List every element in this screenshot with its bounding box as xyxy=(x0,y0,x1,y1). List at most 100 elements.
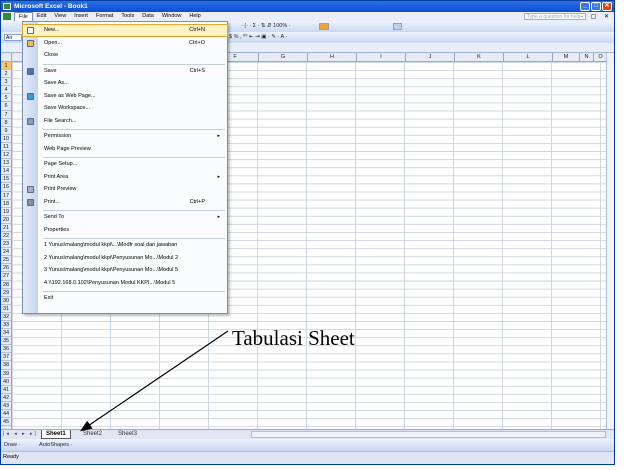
row-header[interactable]: 16 xyxy=(1,183,11,192)
file-menu-item-close[interactable]: Close xyxy=(23,50,227,61)
file-menu-item-open[interactable]: Open... Ctrl+O xyxy=(23,38,227,49)
row-header[interactable]: 7 xyxy=(1,111,11,119)
row-header[interactable]: 33 xyxy=(1,321,11,330)
help-search-input[interactable]: Type a question for help xyxy=(524,13,586,20)
row-header[interactable]: 30 xyxy=(1,297,11,305)
row-header[interactable]: 12 xyxy=(1,151,11,160)
draw-menu-button[interactable]: Draw · xyxy=(4,439,20,451)
column-header-j[interactable]: J xyxy=(406,53,455,62)
row-header[interactable]: 3 xyxy=(1,78,11,87)
row-header[interactable]: 18 xyxy=(1,200,11,208)
row-header[interactable]: 6 xyxy=(1,102,11,111)
row-header[interactable]: 25 xyxy=(1,256,11,265)
row-header[interactable]: 41 xyxy=(1,386,11,394)
row-header[interactable]: 45 xyxy=(1,418,11,427)
file-menu-item-3-yunus-malang-modul-kkpi-penyusunan-mo-modul-5[interactable]: 3 Yunus\malang\modul kkpi\Penyusunan Mo.… xyxy=(23,265,227,276)
file-menu-item-print-area[interactable]: Print Area ▸ xyxy=(23,172,227,183)
document-controls[interactable]: - ▢ ✕ xyxy=(581,13,612,20)
file-menu-item-2-yunus-malang-modul-kkpi-penyusunan-mo-modul-2[interactable]: 2 Yunus\malang\modul kkpi\Penyusunan Mo.… xyxy=(23,253,227,264)
row-header[interactable]: 24 xyxy=(1,248,11,257)
help-icon[interactable] xyxy=(393,23,402,30)
file-menu-item-1-yunus-malang-modul-kkpi-modfr-soal-dan-jawaban[interactable]: 1 Yunus\malang\modul kkpi\...\Modfr soal… xyxy=(23,240,227,251)
file-menu-item-properties[interactable]: Properties xyxy=(23,225,227,236)
file-menu-item-send-to[interactable]: Send To ▸ xyxy=(23,212,227,223)
row-header[interactable]: 40 xyxy=(1,378,11,386)
file-menu-item-permission[interactable]: Permission ▸ xyxy=(23,131,227,142)
row-header[interactable]: 20 xyxy=(1,216,11,224)
row-header[interactable]: 21 xyxy=(1,224,11,232)
row-header[interactable]: 4 xyxy=(1,86,11,95)
file-menu-item-new[interactable]: New... Ctrl+N xyxy=(22,24,228,37)
column-header-m[interactable]: M xyxy=(553,53,580,62)
file-menu-item-save-as-web-page[interactable]: Save as Web Page... xyxy=(23,91,227,102)
row-header[interactable]: 32 xyxy=(1,313,11,321)
sheet-tab-sheet3[interactable]: Sheet3 xyxy=(114,430,141,439)
row-header[interactable]: 5 xyxy=(1,94,11,103)
row-header[interactable]: 34 xyxy=(1,329,11,338)
row-header[interactable]: 43 xyxy=(1,402,11,411)
row-header[interactable]: 26 xyxy=(1,264,11,273)
row-header[interactable]: 1 xyxy=(1,62,11,71)
column-header-g[interactable]: G xyxy=(259,53,308,62)
column-header-l[interactable]: L xyxy=(504,53,553,62)
file-menu-item-page-setup[interactable]: Page Setup... xyxy=(23,159,227,170)
file-menu-item-web-page-preview[interactable]: Web Page Preview xyxy=(23,144,227,155)
row-header[interactable]: 36 xyxy=(1,345,11,354)
menu-data[interactable]: Data xyxy=(138,12,158,21)
row-header[interactable]: 35 xyxy=(1,337,11,346)
row-header[interactable]: 17 xyxy=(1,192,11,200)
menu-tools[interactable]: Tools xyxy=(117,12,138,21)
column-header-i[interactable]: I xyxy=(357,53,406,62)
row-header[interactable]: 13 xyxy=(1,159,11,168)
file-menu-item-exit[interactable]: Exit xyxy=(23,293,227,304)
row-header[interactable]: 31 xyxy=(1,305,11,313)
file-menu-item-save-as[interactable]: Save As... xyxy=(23,78,227,89)
file-menu-item-4-192-168-0-102-penyusunan-modul-kkpi-modul-5[interactable]: 4 \\192.168.0.102\Penyusunan Modul KKPI.… xyxy=(23,278,227,289)
row-header[interactable]: 14 xyxy=(1,167,11,176)
autoshapes-button[interactable]: AutoShapes · xyxy=(39,439,72,451)
row-header[interactable]: 39 xyxy=(1,370,11,378)
row-header[interactable]: 37 xyxy=(1,353,11,362)
horizontal-scrollbar[interactable] xyxy=(251,431,606,438)
menu-window[interactable]: Window xyxy=(158,12,186,21)
row-header[interactable]: 44 xyxy=(1,410,11,419)
row-header[interactable]: 10 xyxy=(1,135,11,143)
file-menu-item-print[interactable]: Print... Ctrl+P xyxy=(23,197,227,208)
file-menu-item-save-workspace[interactable]: Save Workspace... xyxy=(23,103,227,114)
row-header[interactable]: 38 xyxy=(1,361,11,370)
row-header[interactable]: 15 xyxy=(1,175,11,184)
minimize-button[interactable]: _ xyxy=(580,2,590,11)
row-header[interactable]: 29 xyxy=(1,289,11,297)
menu-file[interactable]: File xyxy=(14,12,33,21)
row-header[interactable]: 42 xyxy=(1,394,11,402)
standard-toolbar-buttons[interactable]: · (· ∙ Σ · ⇅ ⇵ 100% · xyxy=(241,21,291,32)
file-menu-item-print-preview[interactable]: Print Preview xyxy=(23,184,227,195)
formatting-toolbar-buttons[interactable]: $ % , ⁰⁰ ⇤ ⇥ ▣ · ✎ · A · xyxy=(229,32,287,43)
menu-edit[interactable]: Edit xyxy=(33,12,50,21)
row-header[interactable]: 23 xyxy=(1,240,11,249)
vertical-scrollbar[interactable] xyxy=(606,53,614,429)
menu-view[interactable]: View xyxy=(50,12,70,21)
row-header[interactable]: 28 xyxy=(1,281,11,289)
file-menu-item-file-search[interactable]: File Search... xyxy=(23,116,227,127)
sheet-tab-sheet2[interactable]: Sheet2 xyxy=(79,430,106,439)
row-header[interactable]: 27 xyxy=(1,272,11,281)
select-all-corner[interactable] xyxy=(1,53,12,62)
row-header[interactable]: 19 xyxy=(1,208,11,216)
column-header-k[interactable]: K xyxy=(455,53,504,62)
row-header[interactable]: 22 xyxy=(1,232,11,241)
maximize-button[interactable]: □ xyxy=(591,2,601,11)
row-header[interactable]: 2 xyxy=(1,70,11,79)
sheet-nav-arrows[interactable]: |◂ ◂ ▸ ▸| xyxy=(3,431,38,437)
sheet-tab-sheet1[interactable]: Sheet1 xyxy=(41,430,71,439)
row-header[interactable]: 8 xyxy=(1,119,11,127)
chart-wizard-icon[interactable] xyxy=(319,23,329,30)
workbook-icon[interactable] xyxy=(3,13,11,20)
close-button[interactable]: ✕ xyxy=(602,2,612,11)
font-name-box[interactable]: Ari xyxy=(4,34,22,41)
file-menu-item-save[interactable]: Save Ctrl+S xyxy=(23,66,227,77)
menu-insert[interactable]: Insert xyxy=(70,12,92,21)
menu-format[interactable]: Format xyxy=(92,12,117,21)
column-header-h[interactable]: H xyxy=(308,53,357,62)
row-header[interactable]: 11 xyxy=(1,143,11,152)
